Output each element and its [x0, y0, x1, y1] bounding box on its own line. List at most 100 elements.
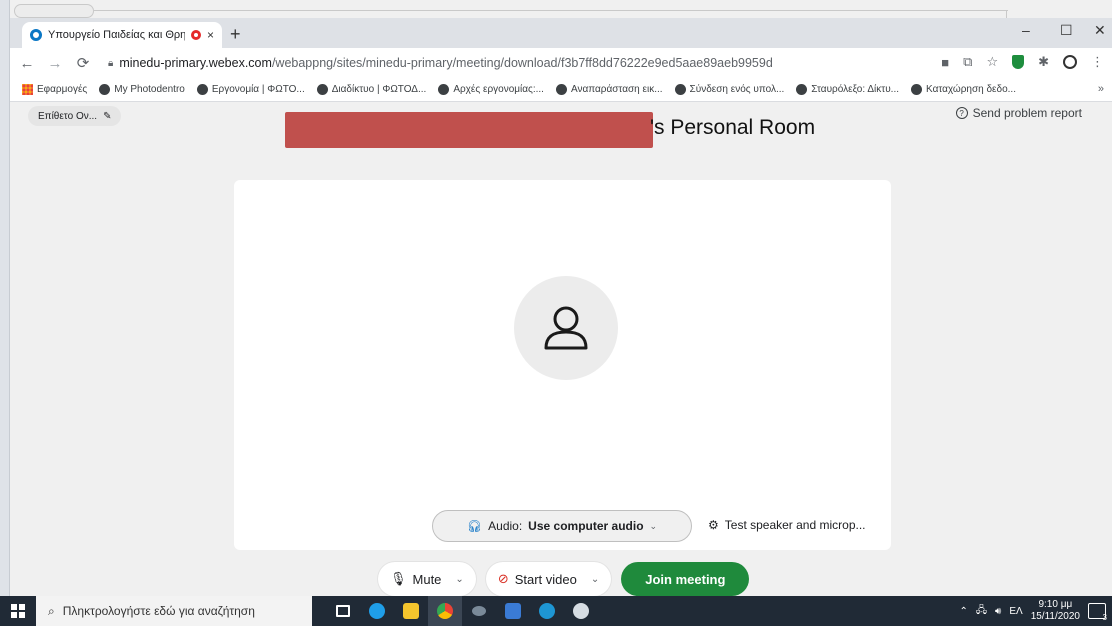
- bookmark-label: Εργονομία | ΦΩΤΟ...: [211, 84, 305, 95]
- participant-name: Επίθετο Ον...: [38, 110, 98, 122]
- extensions-puzzle-icon[interactable]: ✱: [1038, 54, 1049, 70]
- help-icon: ?: [955, 107, 968, 119]
- input-language[interactable]: ΕΛ: [1009, 606, 1022, 617]
- room-title: 's Personal Room: [650, 116, 816, 139]
- webex-app-icon[interactable]: [530, 596, 564, 626]
- microphone-icon: 🎙︎: [390, 571, 407, 586]
- bookmark-apps[interactable]: Εφαρμογές: [22, 84, 87, 95]
- browser-tab-bar: Υπουργείο Παιδείας και Θρησκευμάτων × + …: [10, 18, 1112, 48]
- recording-indicator-icon: [190, 30, 201, 40]
- edit-pencil-icon[interactable]: ✎: [103, 111, 111, 122]
- bookmark-star-icon[interactable]: ☆: [986, 54, 998, 70]
- translate-icon[interactable]: ⧉: [963, 54, 972, 70]
- forward-arrow-icon[interactable]: →: [44, 55, 66, 72]
- test-speaker-label: Test speaker and microp...: [724, 518, 866, 532]
- bookmark-label: Αναπαράσταση εικ...: [570, 84, 663, 95]
- camera-icon[interactable]: ■: [941, 55, 949, 70]
- bookmark-item[interactable]: Διαδίκτυο | ΦΩΤΟΔ...: [316, 84, 427, 95]
- participant-name-pill[interactable]: Επίθετο Ον... ✎: [28, 106, 122, 126]
- bookmark-globe-icon: [911, 84, 923, 95]
- browser-tab[interactable]: Υπουργείο Παιδείας και Θρησκευμάτων ×: [22, 22, 222, 48]
- volume-icon[interactable]: 🔊︎: [995, 606, 1001, 617]
- bookmark-item[interactable]: Καταχώρηση δεδο...: [911, 84, 1016, 95]
- network-icon[interactable]: 🖧︎: [976, 603, 987, 620]
- windows-taskbar: ⌕ Πληκτρολογήστε εδώ για αναζήτηση ⌃ 🖧︎ …: [0, 596, 1112, 626]
- bookmark-globe-icon: [674, 84, 686, 95]
- chevron-down-icon[interactable]: ⌄: [591, 574, 599, 585]
- start-button[interactable]: [0, 596, 36, 626]
- edge-browser-icon[interactable]: [360, 596, 394, 626]
- tab-title: Υπουργείο Παιδείας και Θρησκευμάτων: [48, 29, 185, 41]
- windows-logo-icon: [11, 604, 25, 618]
- bookmark-item[interactable]: Αρχές εργονομίας:...: [438, 84, 544, 95]
- settings-gear-icon: ⚙: [708, 518, 719, 532]
- toolbar-icons: ■ ⧉ ☆ ✱ ⋮: [941, 54, 1104, 70]
- tab-close-icon[interactable]: ×: [207, 28, 214, 42]
- bookmark-globe-icon: [796, 84, 808, 95]
- action-center-icon[interactable]: 3: [1088, 603, 1107, 622]
- paint-app-icon[interactable]: [564, 596, 598, 626]
- bookmark-item[interactable]: Σύνδεση ενός υπολ...: [674, 84, 785, 95]
- lock-icon[interactable]: 🔒︎: [108, 58, 113, 69]
- address-bar[interactable]: minedu-primary.webex.com/webappng/sites/…: [119, 56, 772, 70]
- bookmark-label: Σύνδεση ενός υπολ...: [689, 84, 785, 95]
- bookmark-globe-icon: [555, 84, 567, 95]
- apps-grid-icon: [22, 84, 33, 95]
- profile-icon[interactable]: [1063, 55, 1077, 69]
- file-explorer-icon[interactable]: [394, 596, 428, 626]
- maximize-button[interactable]: ☐: [1060, 22, 1073, 39]
- browser-toolbar: ← → ⟳ 🔒︎ minedu-primary.webex.com/webapp…: [10, 48, 1112, 78]
- redacted-host-name: [285, 112, 653, 148]
- bookmarks-overflow-button[interactable]: »: [1098, 83, 1104, 95]
- video-off-icon: ⊘: [497, 571, 509, 586]
- show-hidden-icons-chevron-icon[interactable]: ⌃: [959, 606, 967, 617]
- task-view-icon[interactable]: [326, 596, 360, 626]
- meeting-controls: 🎙︎ Mute ⌄ ⊘ Start video ⌄ Join meeting: [378, 562, 750, 596]
- system-tray: ⌃ 🖧︎ 🔊︎ ΕΛ 9:10 μμ 15/11/2020 3: [959, 596, 1112, 626]
- mute-button[interactable]: 🎙︎ Mute ⌄: [378, 562, 476, 596]
- bookmark-globe-icon: [99, 84, 111, 95]
- extension-shield-icon[interactable]: [1012, 55, 1025, 69]
- bookmark-globe-icon: [196, 84, 208, 95]
- back-arrow-icon[interactable]: ←: [16, 55, 38, 72]
- audio-prefix: Audio:: [488, 519, 523, 533]
- url-domain: minedu-primary.webex.com: [119, 56, 272, 70]
- minimize-button[interactable]: –: [1022, 22, 1030, 38]
- search-placeholder: Πληκτρολογήστε εδώ για αναζήτηση: [62, 604, 255, 618]
- window-close-button[interactable]: ✕: [1094, 22, 1106, 39]
- background-window-tab: [14, 4, 94, 18]
- chevron-down-icon[interactable]: ⌄: [455, 574, 463, 585]
- video-preview-panel: 🎧︎ Audio: Use computer audio ⌄ ⚙ Test sp…: [234, 180, 891, 550]
- join-meeting-button[interactable]: Join meeting: [621, 562, 750, 596]
- webex-page: Επίθετο Ον... ✎ 's Personal Room ? Send …: [10, 102, 1112, 596]
- bookmark-item[interactable]: Εργονομία | ΦΩΤΟ...: [196, 84, 305, 95]
- bookmark-label: Καταχώρηση δεδο...: [926, 84, 1016, 95]
- bookmark-item[interactable]: My Photodentro: [99, 84, 185, 95]
- bookmark-label: Διαδίκτυο | ΦΩΤΟΔ...: [331, 84, 427, 95]
- bookmark-item[interactable]: Σταυρόλεξο: Δίκτυ...: [796, 84, 899, 95]
- bookmark-globe-icon: [438, 84, 450, 95]
- audio-value: Use computer audio: [528, 519, 644, 533]
- menu-dots-icon[interactable]: ⋮: [1091, 54, 1104, 70]
- clock-date: 15/11/2020: [1030, 611, 1080, 622]
- chrome-browser-icon[interactable]: [428, 596, 462, 626]
- report-label: Send problem report: [972, 106, 1082, 120]
- snipping-tool-icon[interactable]: [462, 596, 496, 626]
- test-speaker-link[interactable]: ⚙ Test speaker and microp...: [708, 518, 866, 532]
- clock[interactable]: 9:10 μμ 15/11/2020: [1031, 599, 1080, 623]
- avatar: [514, 276, 618, 380]
- start-video-button[interactable]: ⊘ Start video ⌄: [485, 562, 612, 596]
- url-path: /webappng/sites/minedu-primary/meeting/d…: [271, 56, 773, 70]
- clock-time: 9:10 μμ: [1038, 599, 1073, 610]
- reload-icon[interactable]: ⟳: [72, 54, 94, 72]
- send-problem-report-link[interactable]: ? Send problem report: [955, 106, 1082, 120]
- sway-app-icon[interactable]: [496, 596, 530, 626]
- audio-option-dropdown[interactable]: 🎧︎ Audio: Use computer audio ⌄: [432, 510, 692, 542]
- new-tab-button[interactable]: +: [230, 24, 241, 45]
- bookmark-label: Αρχές εργονομίας:...: [453, 84, 544, 95]
- taskbar-search[interactable]: ⌕ Πληκτρολογήστε εδώ για αναζήτηση: [36, 596, 312, 626]
- bookmark-label: My Photodentro: [114, 84, 185, 95]
- bookmark-item[interactable]: Αναπαράσταση εικ...: [555, 84, 663, 95]
- search-icon: ⌕: [48, 603, 55, 618]
- chevron-down-icon: ⌄: [649, 520, 658, 531]
